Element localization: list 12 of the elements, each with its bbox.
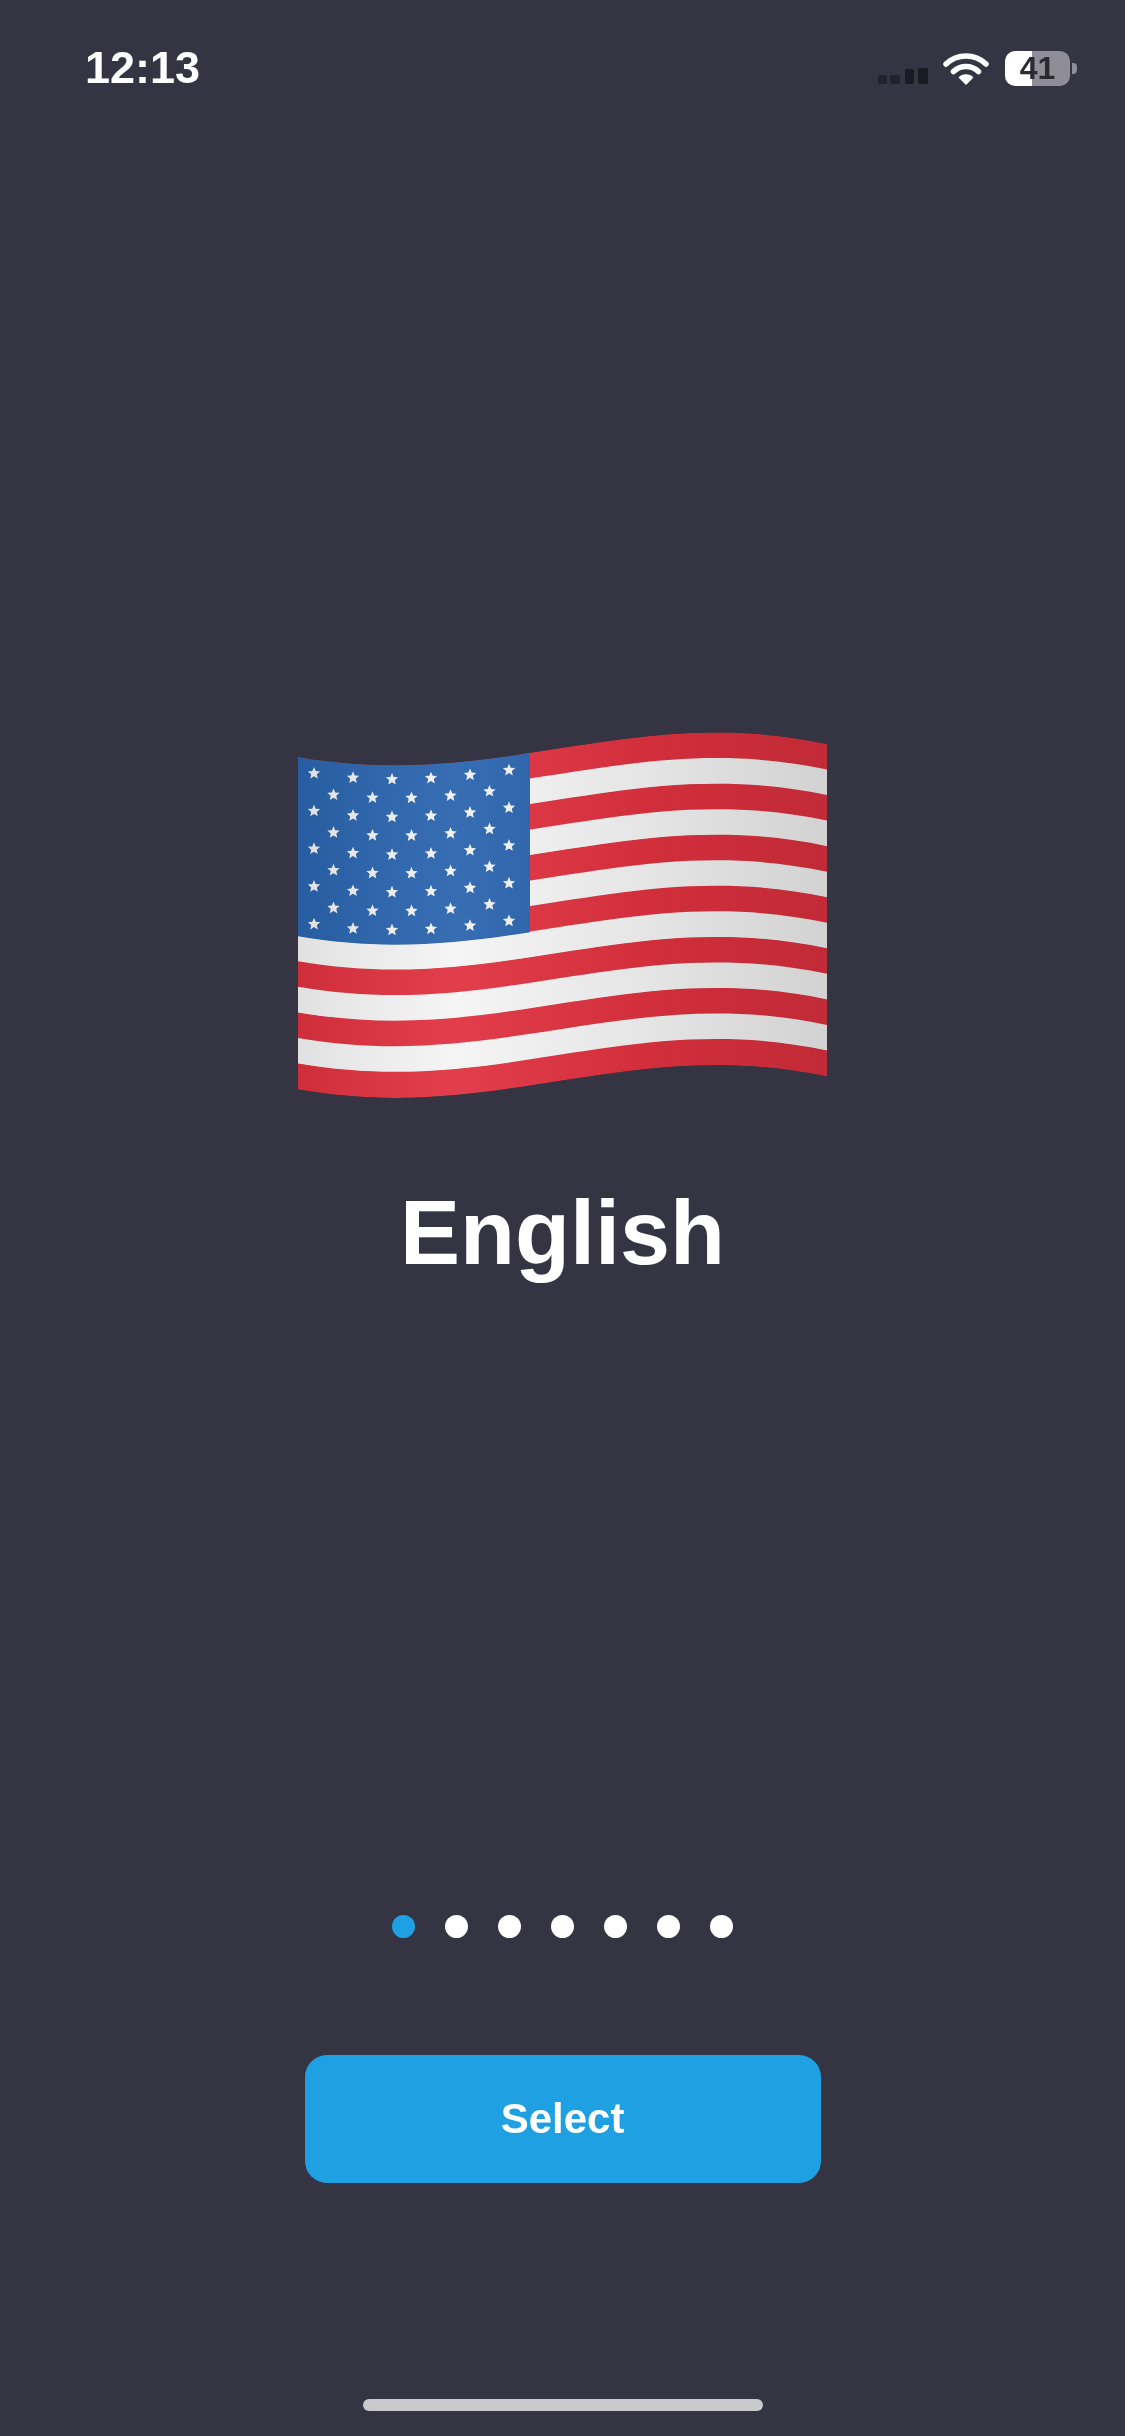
page-dot[interactable] bbox=[445, 1915, 468, 1938]
page-dot[interactable] bbox=[710, 1915, 733, 1938]
status-time: 12:13 bbox=[85, 45, 201, 90]
signal-icon bbox=[878, 68, 928, 84]
select-button[interactable]: Select bbox=[304, 2055, 821, 2183]
page-dot[interactable] bbox=[392, 1915, 415, 1938]
wifi-icon bbox=[943, 51, 989, 85]
page-dot[interactable] bbox=[498, 1915, 521, 1938]
page-dot[interactable] bbox=[551, 1915, 574, 1938]
page-dot[interactable] bbox=[657, 1915, 680, 1938]
page-dot[interactable] bbox=[604, 1915, 627, 1938]
language-name: English bbox=[400, 1182, 725, 1285]
